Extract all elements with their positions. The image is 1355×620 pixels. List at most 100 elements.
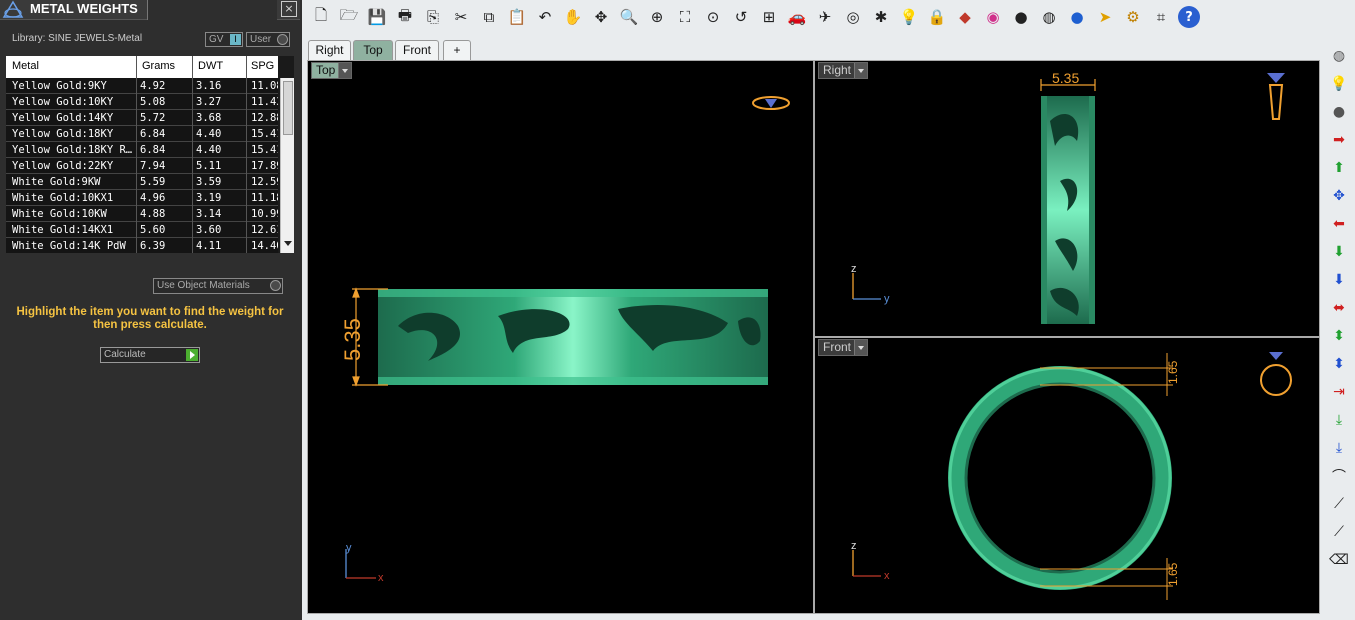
table-header: Metal Grams DWT SPG xyxy=(6,56,278,78)
table-cell: Yellow Gold:9KY xyxy=(12,80,107,92)
arrow-both-red-icon[interactable]: ⬌ xyxy=(1328,297,1350,319)
table-row[interactable]: Yellow Gold:14KY 5.72 3.68 12.88 xyxy=(6,110,278,126)
zoom-window-icon[interactable]: ⊕ xyxy=(646,6,668,28)
table-row[interactable]: White Gold:9KW 5.59 3.59 12.59 xyxy=(6,174,278,190)
curve-tool-icon[interactable]: ⌒ xyxy=(1328,465,1350,487)
new-icon[interactable]: 🗋 xyxy=(310,6,332,28)
arrow-down-green-icon[interactable]: ⬇ xyxy=(1328,241,1350,263)
column-header-dwt[interactable]: DWT xyxy=(198,60,223,72)
table-cell: 5.11 xyxy=(196,160,222,172)
bulb-icon[interactable]: 💡 xyxy=(898,6,920,28)
render-sphere-icon[interactable]: ◍ xyxy=(1328,45,1350,67)
column-header-metal[interactable]: Metal xyxy=(12,60,39,72)
table-cell: Yellow Gold:22KY xyxy=(12,160,114,172)
color-wheel-icon[interactable]: ◉ xyxy=(982,6,1004,28)
table-cell: Yellow Gold:10KY xyxy=(12,96,114,108)
light-bulb-icon[interactable]: 💡 xyxy=(1328,73,1350,95)
table-row[interactable]: White Gold:10KW 4.88 3.14 10.99 xyxy=(6,206,278,222)
table-row[interactable]: Yellow Gold:18KY 6.84 4.40 15.41 xyxy=(6,126,278,142)
arrow-multi-blue-icon[interactable]: ✥ xyxy=(1328,185,1350,207)
tab-right[interactable]: Right xyxy=(308,40,351,60)
save-icon[interactable]: 💾 xyxy=(366,6,388,28)
metal-weights-table: Metal Grams DWT SPG Yellow Gold:9KY 4.92 3… xyxy=(6,56,294,253)
target-icon[interactable]: ◎ xyxy=(842,6,864,28)
sphere-blue-icon[interactable]: ● xyxy=(1066,6,1088,28)
lock-icon[interactable]: 🔒 xyxy=(926,6,948,28)
table-row[interactable]: White Gold:14KX1 5.60 3.60 12.61 xyxy=(6,222,278,238)
arrow-up-green-icon[interactable]: ⬆ xyxy=(1328,157,1350,179)
zoom-extents-icon[interactable]: ⛶ xyxy=(674,6,696,28)
panel-title-bar: METAL WEIGHTS × xyxy=(0,0,300,20)
calculate-button[interactable]: Calculate xyxy=(100,347,200,363)
tab-top[interactable]: Top xyxy=(353,40,393,60)
table-cell: 6.84 xyxy=(140,128,166,140)
table-cell: 4.92 xyxy=(140,80,166,92)
scrollbar-thumb[interactable] xyxy=(283,81,293,135)
viewport-right[interactable]: Right 5.35 z y xyxy=(814,60,1320,337)
arrow-right-red-icon[interactable]: ➡ xyxy=(1328,129,1350,151)
table-row[interactable]: Yellow Gold:22KY 7.94 5.11 17.89 xyxy=(6,158,278,174)
table-scrollbar[interactable] xyxy=(280,78,294,253)
tab-front[interactable]: Front xyxy=(395,40,439,60)
eraser-icon[interactable]: ⌫ xyxy=(1328,549,1350,571)
shaded-sphere-icon[interactable]: ● xyxy=(1328,101,1350,123)
sphere-shaded-icon[interactable]: ● xyxy=(1010,6,1032,28)
undo-icon[interactable]: ↶ xyxy=(534,6,556,28)
line-tool-2-icon[interactable]: ⟋ xyxy=(1328,521,1350,543)
add-view-tab-button[interactable]: + xyxy=(443,40,471,60)
table-row[interactable]: White Gold:10KX1 4.96 3.19 11.18 xyxy=(6,190,278,206)
arrow-left-red-icon[interactable]: ⬅ xyxy=(1328,213,1350,235)
zoom-previous-icon[interactable]: ↺ xyxy=(730,6,752,28)
close-panel-button[interactable]: × xyxy=(281,1,297,17)
table-cell: White Gold:9KW xyxy=(12,176,101,188)
ring-band-top xyxy=(378,289,768,385)
car-icon[interactable]: 🚗 xyxy=(786,6,808,28)
front-dim-bottom-label: 1.65 xyxy=(1166,562,1180,586)
arrow-updown-green-icon[interactable]: ⬍ xyxy=(1328,325,1350,347)
table-row[interactable]: Yellow Gold:10KY 5.08 3.27 11.43 xyxy=(6,94,278,110)
table-cell: 3.60 xyxy=(196,224,222,236)
viewport-front[interactable]: Front 1.65 1.65 z x xyxy=(814,337,1320,614)
open-icon[interactable]: 🗁 xyxy=(338,6,360,28)
paste-icon[interactable]: 📋 xyxy=(506,6,528,28)
user-toggle[interactable]: User xyxy=(246,32,290,47)
ring-front-thumbnail-icon xyxy=(1260,352,1292,396)
table-row[interactable]: White Gold:14K PdW 6.39 4.11 14.40 xyxy=(6,238,278,253)
table-cell: 4.88 xyxy=(140,208,166,220)
table-row[interactable]: Yellow Gold:18KY R… 6.84 4.40 15.41 xyxy=(6,142,278,158)
arrow-updown-blue-icon[interactable]: ⬍ xyxy=(1328,353,1350,375)
arrow-in-blue-icon[interactable]: ⤓ xyxy=(1328,437,1350,459)
line-tool-icon[interactable]: ⟋ xyxy=(1328,493,1350,515)
gv-toggle[interactable]: GV I xyxy=(205,32,243,47)
zoom-in-icon[interactable]: 🔍 xyxy=(618,6,640,28)
sphere-render-icon[interactable]: ◍ xyxy=(1038,6,1060,28)
dimension-icon[interactable]: ⌗ xyxy=(1150,6,1172,28)
viewport-top[interactable]: Top 5.35 y x xyxy=(307,60,814,614)
print-icon[interactable]: 🖶 xyxy=(394,6,416,28)
arrow-down-blue-icon[interactable]: ⬇ xyxy=(1328,269,1350,291)
table-cell: 12.59 xyxy=(251,176,278,188)
table-cell: 5.08 xyxy=(140,96,166,108)
pan-hand-icon[interactable]: ✋ xyxy=(562,6,584,28)
column-header-spg[interactable]: SPG xyxy=(251,60,274,72)
copy-page-icon[interactable]: ⎘ xyxy=(422,6,444,28)
arrow-in-red-icon[interactable]: ⇥ xyxy=(1328,381,1350,403)
four-views-icon[interactable]: ⊞ xyxy=(758,6,780,28)
column-header-grams[interactable]: Grams xyxy=(142,60,175,72)
use-object-materials-toggle[interactable]: Use Object Materials xyxy=(153,278,283,294)
scroll-down-arrow-icon[interactable] xyxy=(284,241,292,246)
zoom-selected-icon[interactable]: ⊙ xyxy=(702,6,724,28)
snap-icon[interactable]: ✱ xyxy=(870,6,892,28)
arrow-in-green-icon[interactable]: ⤓ xyxy=(1328,409,1350,431)
plane-icon[interactable]: ✈ xyxy=(814,6,836,28)
rotate-view-icon[interactable]: ✥ xyxy=(590,6,612,28)
material-icon[interactable]: ◆ xyxy=(954,6,976,28)
table-cell: 10.99 xyxy=(251,208,278,220)
help-icon[interactable]: ? xyxy=(1178,6,1200,28)
pointer-icon[interactable]: ➤ xyxy=(1094,6,1116,28)
table-cell: 17.89 xyxy=(251,160,278,172)
table-row[interactable]: Yellow Gold:9KY 4.92 3.16 11.08 xyxy=(6,78,278,94)
settings-gear-icon[interactable]: ⚙ xyxy=(1122,6,1144,28)
cut-icon[interactable]: ✂ xyxy=(450,6,472,28)
copy-icon[interactable]: ⧉ xyxy=(478,6,500,28)
